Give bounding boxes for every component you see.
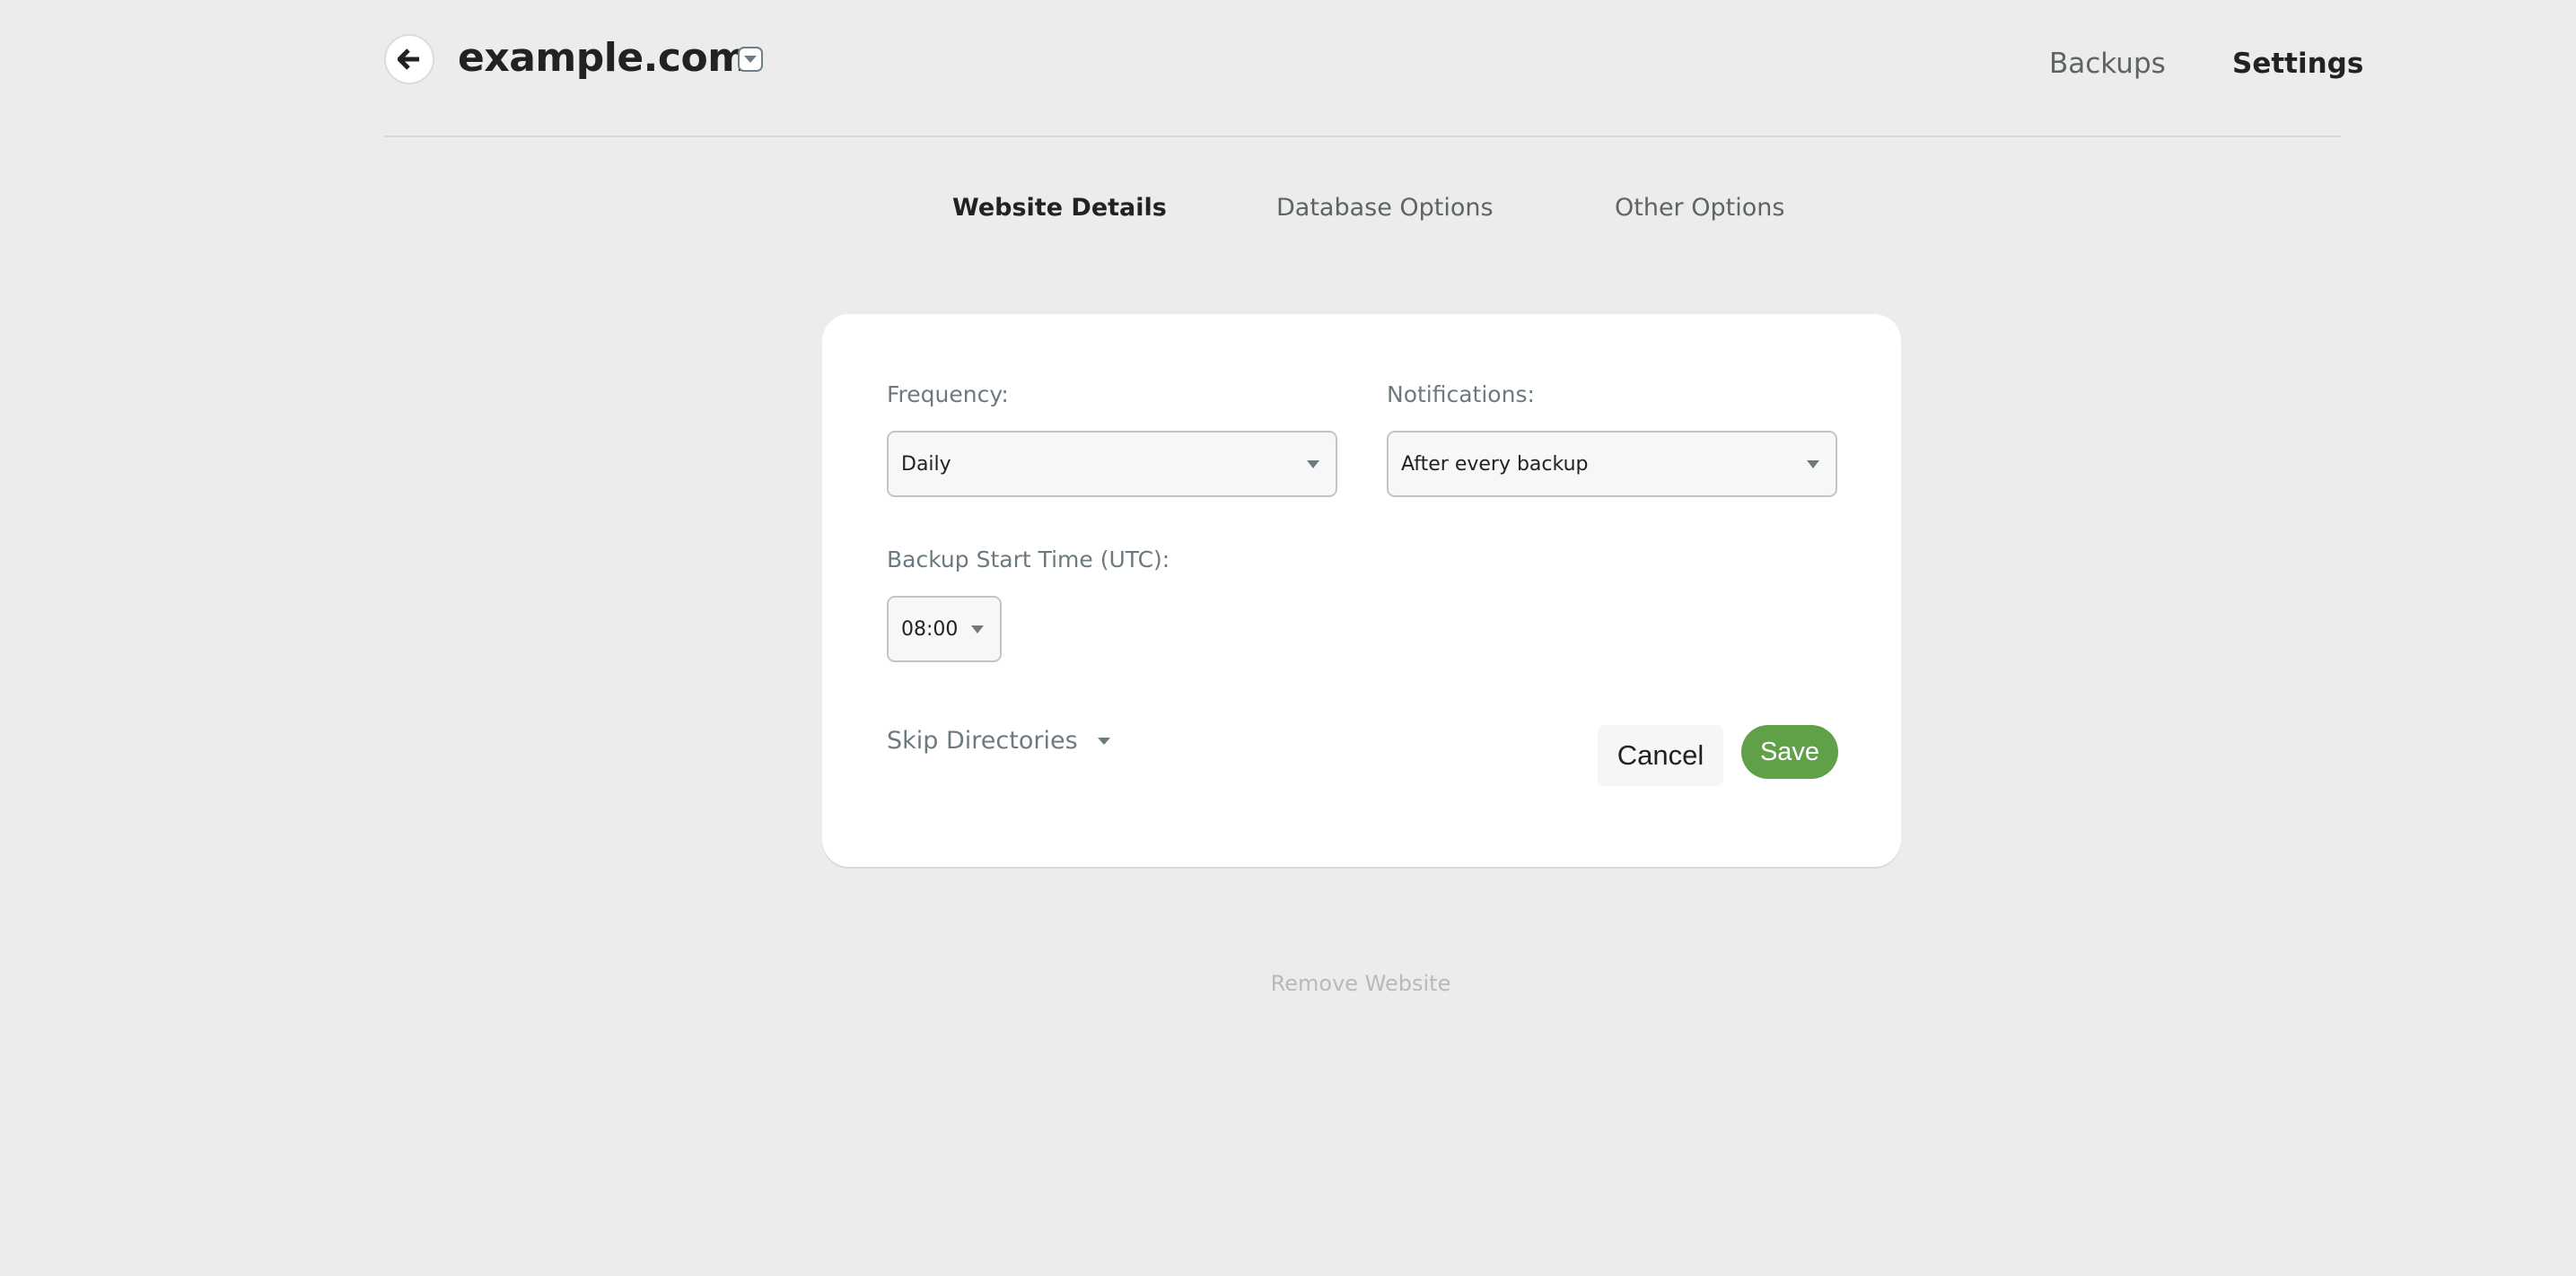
site-title: example.com — [458, 35, 749, 81]
skip-directories-toggle[interactable]: Skip Directories — [887, 723, 1110, 759]
notifications-label: Notifications: — [1387, 381, 1535, 407]
caret-down-icon — [1807, 460, 1819, 468]
start-time-label: Backup Start Time (UTC): — [887, 546, 1170, 572]
caret-down-icon — [971, 625, 984, 634]
header-divider — [384, 135, 2341, 137]
notifications-select[interactable]: After every backup — [1387, 431, 1837, 497]
arrow-left-icon — [398, 48, 419, 70]
notifications-value: After every backup — [1401, 452, 1589, 476]
nav-backups[interactable]: Backups — [2049, 41, 2166, 86]
site-switcher-dropdown[interactable] — [738, 47, 763, 72]
frequency-value: Daily — [901, 452, 951, 476]
caret-down-icon — [744, 56, 757, 63]
frequency-label: Frequency: — [887, 381, 1009, 407]
skip-directories-label: Skip Directories — [887, 727, 1078, 755]
caret-down-icon — [1307, 460, 1319, 468]
save-button[interactable]: Save — [1741, 725, 1838, 779]
tab-database-options[interactable]: Database Options — [1276, 188, 1494, 228]
caret-down-icon — [1097, 738, 1110, 745]
frequency-select[interactable]: Daily — [887, 431, 1337, 497]
remove-website-link[interactable]: Remove Website — [1221, 966, 1501, 1001]
cancel-button[interactable]: Cancel — [1598, 725, 1723, 786]
start-time-select[interactable]: 08:00 — [887, 596, 1002, 662]
tab-other-options[interactable]: Other Options — [1615, 188, 1784, 228]
tab-website-details[interactable]: Website Details — [952, 188, 1167, 228]
start-time-value: 08:00 — [901, 617, 959, 641]
nav-settings[interactable]: Settings — [2232, 41, 2363, 86]
back-button[interactable] — [384, 34, 434, 84]
